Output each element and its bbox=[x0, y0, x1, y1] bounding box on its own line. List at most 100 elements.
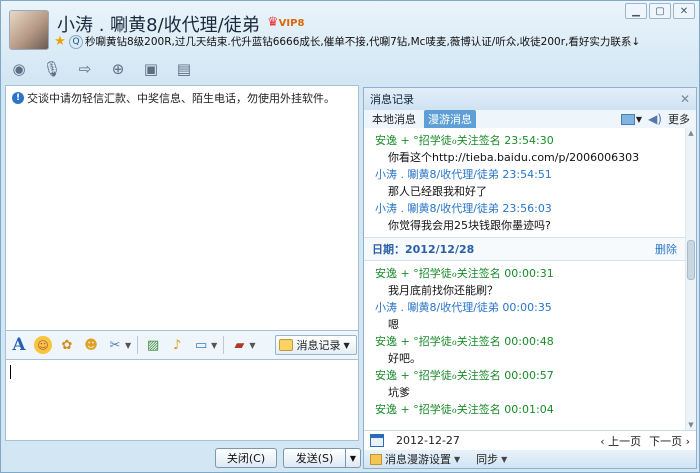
toolbar-separator bbox=[223, 336, 225, 354]
send-options-dropdown[interactable]: ▼ bbox=[345, 448, 361, 468]
history-navigation: 2012-12-27 ‹ 上一页 下一页 › bbox=[364, 430, 696, 450]
avatar[interactable] bbox=[9, 10, 49, 50]
message-header: 安逸 + °招学徒ℴ关注签名 00:01:04 bbox=[364, 402, 686, 418]
message-header: 小涛 . 唰黄8/收代理/徒弟 00:00:35 bbox=[364, 300, 686, 316]
dropdown-icon: ▼ bbox=[454, 454, 461, 464]
sync-label: 同步 bbox=[476, 453, 499, 466]
close-button[interactable]: 关闭(C) bbox=[215, 448, 277, 468]
prev-page-label: 上一页 bbox=[608, 434, 642, 448]
toolbar-separator bbox=[137, 336, 139, 354]
history-message-list[interactable]: 安逸 + °招学徒ℴ关注签名 23:54:30 你看这个http://tieba… bbox=[364, 128, 686, 430]
message-header: 小涛 . 唰黄8/收代理/徒弟 23:54:51 bbox=[364, 167, 686, 183]
message-text: 我月底前找你还能刷？ bbox=[388, 284, 498, 297]
history-title-bar: 消息记录 ✕ bbox=[364, 88, 696, 110]
message-record-button[interactable]: 消息记录 ▼ bbox=[275, 335, 358, 355]
message-sender: 安逸 + °招学徒ℴ关注签名 bbox=[375, 403, 501, 416]
toolbox-dropdown-icon[interactable]: ▼ bbox=[249, 341, 255, 350]
message-sender: 安逸 + °招学徒ℴ关注签名 bbox=[375, 369, 501, 382]
minimize-button[interactable]: ▁ bbox=[625, 3, 647, 19]
screen-share-dropdown-icon[interactable]: ▼ bbox=[211, 341, 217, 350]
screen-share-icon[interactable]: ▭ bbox=[192, 336, 210, 354]
security-warning: ! 交谈中请勿轻信汇款、中奖信息、陌生电话，勿使用外挂软件。 bbox=[12, 90, 335, 106]
toolbox-icon[interactable]: ▰ bbox=[230, 336, 248, 354]
roaming-settings-button[interactable]: 消息漫游设置 ▼ bbox=[370, 451, 460, 467]
emoticon-icon[interactable]: ☺ bbox=[34, 336, 52, 354]
message-header: 安逸 + °招学徒ℴ关注签名 00:00:57 bbox=[364, 368, 686, 384]
music-icon[interactable]: ♪ bbox=[168, 336, 186, 354]
image-filter-dropdown-icon[interactable]: ▼ bbox=[636, 115, 642, 124]
message-input[interactable] bbox=[5, 359, 359, 441]
tab-roaming-messages[interactable]: 漫游消息 bbox=[424, 110, 476, 128]
message-header: 安逸 + °招学徒ℴ关注签名 23:54:30 bbox=[364, 133, 686, 149]
close-window-button[interactable]: ✕ bbox=[673, 3, 695, 19]
message-header: 安逸 + °招学徒ℴ关注签名 00:00:48 bbox=[364, 334, 686, 350]
folder-icon bbox=[370, 453, 382, 465]
window-controls: ▁ ▢ ✕ bbox=[625, 3, 695, 19]
message-sender: 小涛 . 唰黄8/收代理/徒弟 bbox=[375, 202, 499, 215]
crown-icon: ♛ bbox=[267, 15, 279, 30]
video-call-icon[interactable]: ◉ bbox=[7, 59, 31, 79]
vip-badge[interactable]: ♛VIP8 bbox=[267, 15, 304, 30]
scroll-up-icon[interactable]: ▲ bbox=[686, 128, 696, 138]
history-title: 消息记录 bbox=[370, 93, 414, 106]
message-text: 嗯 bbox=[388, 318, 399, 331]
qzone-icon[interactable]: Q bbox=[69, 34, 83, 49]
message-time: 00:01:04 bbox=[504, 403, 554, 416]
date-label: 日期：2012/12/28 bbox=[372, 243, 475, 256]
message-time: 00:00:31 bbox=[504, 267, 554, 280]
history-scrollbar[interactable]: ▲ ▼ bbox=[685, 128, 696, 430]
voice-call-icon[interactable]: 🎙 bbox=[40, 59, 64, 79]
calendar-icon[interactable] bbox=[370, 434, 384, 447]
tab-local-messages[interactable]: 本地消息 bbox=[368, 110, 420, 128]
maximize-button[interactable]: ▢ bbox=[649, 3, 671, 19]
info-icon: ! bbox=[12, 92, 24, 104]
message-time: 00:00:48 bbox=[504, 335, 554, 348]
send-controls: 关闭(C) 发送(S) ▼ bbox=[215, 448, 361, 468]
magic-face-icon[interactable]: ✿ bbox=[58, 336, 76, 354]
history-tools: ▼ ◀) 更多 bbox=[620, 111, 690, 127]
scroll-thumb[interactable] bbox=[687, 240, 695, 280]
message-sender: 安逸 + °招学徒ℴ关注签名 bbox=[375, 267, 501, 280]
screenshot-dropdown-icon[interactable]: ▼ bbox=[125, 341, 131, 350]
screenshot-icon[interactable]: ✂ bbox=[106, 336, 124, 354]
format-toolbar: A ☺ ✿ ☻ ✂ ▼ ▨ ♪ ▭ ▼ ▰ ▼ 消息记录 ▼ bbox=[5, 331, 359, 359]
record-icon bbox=[279, 339, 294, 351]
remote-assist-icon[interactable]: ▣ bbox=[139, 59, 163, 79]
apps-icon[interactable]: ▤ bbox=[172, 59, 196, 79]
image-icon[interactable]: ▨ bbox=[144, 336, 162, 354]
send-button[interactable]: 发送(S) bbox=[283, 448, 345, 468]
sync-button[interactable]: 同步 ▼ bbox=[476, 451, 507, 467]
roaming-settings-label: 消息漫游设置 bbox=[385, 453, 451, 466]
message-text: 坑爹 bbox=[388, 386, 410, 399]
star-icon[interactable]: ★ bbox=[53, 34, 67, 49]
prev-page-button[interactable]: ‹ 上一页 bbox=[600, 433, 641, 449]
message-sender: 安逸 + °招学徒ℴ关注签名 bbox=[375, 134, 501, 147]
send-file-icon[interactable]: ⇨ bbox=[73, 59, 97, 79]
scroll-down-icon[interactable]: ▼ bbox=[686, 420, 696, 430]
message-header: 小涛 . 唰黄8/收代理/徒弟 23:56:03 bbox=[364, 201, 686, 217]
chat-display[interactable]: ! 交谈中请勿轻信汇款、中奖信息、陌生电话，勿使用外挂软件。 bbox=[5, 85, 359, 331]
message-time: 00:00:57 bbox=[504, 369, 554, 382]
image-filter-icon[interactable] bbox=[620, 113, 635, 125]
more-link[interactable]: 更多 bbox=[668, 111, 690, 127]
message-history-panel: 消息记录 ✕ 本地消息 漫游消息 ▼ ◀) 更多 安逸 + °招学徒ℴ关注签名 … bbox=[363, 87, 697, 469]
message-record-label: 消息记录 bbox=[296, 339, 341, 352]
dropdown-icon: ▼ bbox=[501, 454, 508, 464]
message-text: 那人已经跟我和好了 bbox=[388, 185, 487, 198]
poke-icon[interactable]: ☻ bbox=[82, 336, 100, 354]
font-icon[interactable]: A bbox=[10, 335, 28, 355]
close-history-icon[interactable]: ✕ bbox=[680, 92, 690, 106]
date-divider: 日期：2012/12/28 删除 bbox=[364, 237, 686, 261]
record-dropdown-icon: ▼ bbox=[343, 340, 350, 350]
main-toolbar: ◉ 🎙 ⇨ ⊕ ▣ ▤ bbox=[7, 59, 196, 79]
delete-link[interactable]: 删除 bbox=[655, 241, 677, 257]
message-sender: 小涛 . 唰黄8/收代理/徒弟 bbox=[375, 301, 499, 314]
message-text: 好吧。 bbox=[388, 352, 421, 365]
message-time: 23:54:51 bbox=[502, 168, 552, 181]
signature-text: 秒唰黄钻8级200R,过几天结束.代升蓝钻6666成长,催单不接,代唰7钻,Mc… bbox=[85, 36, 641, 48]
vip-badge-label: VIP8 bbox=[278, 18, 305, 29]
create-group-icon[interactable]: ⊕ bbox=[106, 59, 130, 79]
next-page-button[interactable]: 下一页 › bbox=[649, 433, 690, 449]
current-date: 2012-12-27 bbox=[396, 434, 460, 447]
speaker-icon[interactable]: ◀) bbox=[648, 112, 662, 126]
